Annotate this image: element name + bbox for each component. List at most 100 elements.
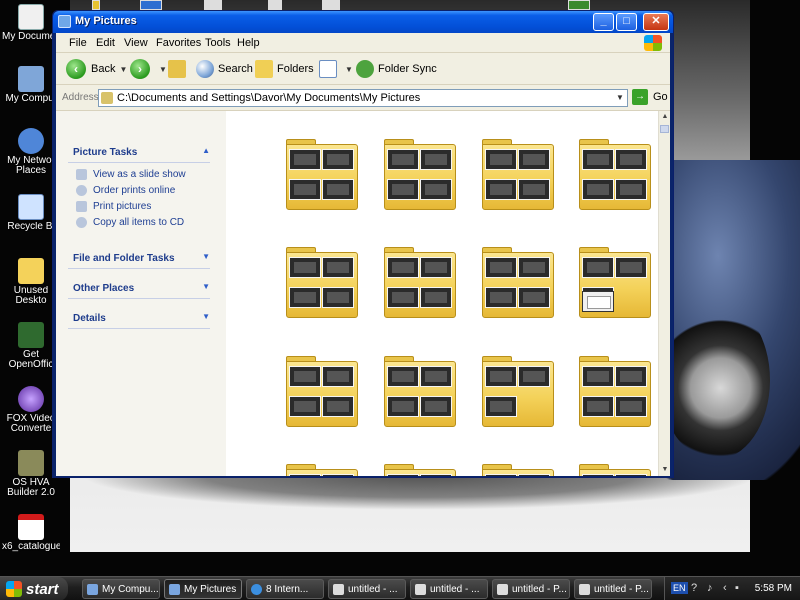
window-client: File Edit View Favorites Tools Help ‹ Ba…	[56, 33, 670, 476]
title-bar[interactable]: My Pictures _ □ ✕	[53, 11, 673, 33]
computer-icon	[18, 66, 44, 92]
language-indicator[interactable]: EN	[671, 582, 688, 594]
address-bar: Address C:\Documents and Settings\Davor\…	[56, 85, 670, 111]
top-icon[interactable]	[204, 0, 222, 10]
slideshow-icon	[76, 169, 87, 180]
menu-edit[interactable]: Edit	[96, 37, 115, 49]
chevron-down-icon[interactable]: ▼	[202, 282, 210, 291]
menu-help[interactable]: Help	[237, 37, 260, 49]
forward-button[interactable]: › ▼	[130, 58, 167, 80]
view-slideshow-link[interactable]: View as a slide show	[76, 169, 186, 180]
menu-view[interactable]: View	[124, 37, 148, 49]
vertical-scrollbar[interactable]: ▲ ▼	[658, 111, 670, 476]
picture-folder[interactable]	[482, 464, 554, 476]
taskbar-item-my-computer[interactable]: My Compu...	[82, 579, 160, 599]
scroll-up-arrow[interactable]: ▲	[659, 111, 670, 123]
taskbar-item-untitled-1[interactable]: untitled - ...	[328, 579, 406, 599]
chevron-down-icon[interactable]: ▼	[159, 65, 167, 74]
documents-icon	[18, 4, 44, 30]
picture-thumbnail	[387, 366, 419, 387]
minimize-button[interactable]: _	[593, 13, 614, 31]
picture-thumbnail	[420, 474, 452, 476]
picture-thumbnail	[485, 474, 517, 476]
views-icon	[319, 60, 337, 78]
scroll-down-arrow[interactable]: ▼	[659, 464, 670, 476]
scroll-thumb[interactable]	[660, 125, 669, 133]
details-header[interactable]: Details ▼	[68, 309, 210, 329]
folders-button[interactable]: Folders	[255, 58, 314, 80]
picture-thumbnail	[485, 396, 517, 417]
other-places-header[interactable]: Other Places ▼	[68, 279, 210, 299]
print-pictures-link[interactable]: Print pictures	[76, 201, 151, 212]
volume-icon[interactable]: ♪	[707, 582, 713, 594]
up-folder-button[interactable]	[168, 58, 190, 80]
picture-thumbnail	[420, 257, 452, 278]
chevron-down-icon[interactable]: ▼	[119, 65, 127, 74]
picture-folder[interactable]	[286, 464, 358, 476]
order-prints-link[interactable]: Order prints online	[76, 185, 175, 196]
desktop-icon-x6-catalogue[interactable]: x6_catalogue	[2, 514, 60, 552]
chevron-down-icon[interactable]: ▼	[202, 312, 210, 321]
forward-arrow-icon: ›	[130, 59, 150, 79]
address-input[interactable]: C:\Documents and Settings\Davor\My Docum…	[98, 89, 628, 107]
menu-favorites[interactable]: Favorites	[156, 37, 201, 49]
cd-icon	[76, 217, 87, 228]
top-icon[interactable]	[268, 0, 282, 10]
picture-thumbnail	[387, 179, 419, 200]
picture-folder[interactable]	[286, 247, 358, 319]
picture-folder[interactable]	[286, 356, 358, 428]
views-button[interactable]: ▼	[319, 58, 353, 80]
top-icon[interactable]	[92, 0, 100, 10]
picture-folder[interactable]	[384, 139, 456, 211]
help-icon[interactable]: ?	[691, 582, 697, 594]
picture-folder[interactable]	[579, 247, 651, 319]
picture-folder[interactable]	[384, 464, 456, 476]
openoffice-icon	[18, 322, 44, 348]
close-button[interactable]: ✕	[643, 13, 669, 31]
picture-folder[interactable]	[384, 247, 456, 319]
search-button[interactable]: Search	[196, 58, 253, 80]
picture-thumbnail	[322, 474, 354, 476]
picture-thumbnail	[485, 366, 517, 387]
picture-folder[interactable]	[384, 356, 456, 428]
chevron-up-icon[interactable]: ▲	[202, 146, 210, 155]
top-icon[interactable]	[322, 0, 340, 10]
chevron-down-icon[interactable]: ▼	[202, 252, 210, 261]
picture-thumbnail	[582, 396, 614, 417]
start-button[interactable]: start	[0, 577, 68, 600]
picture-folder[interactable]	[482, 356, 554, 428]
picture-folder[interactable]	[579, 139, 651, 211]
address-value: C:\Documents and Settings\Davor\My Docum…	[117, 92, 421, 104]
picture-folder[interactable]	[482, 247, 554, 319]
network-tray-icon[interactable]: ▪	[735, 582, 739, 594]
chevron-left-icon[interactable]: ‹	[723, 582, 727, 594]
menu-tools[interactable]: Tools	[205, 37, 231, 49]
chevron-down-icon[interactable]: ▼	[613, 90, 627, 106]
taskbar-item-untitled-2[interactable]: untitled - ...	[410, 579, 488, 599]
file-folder-tasks-header[interactable]: File and Folder Tasks ▼	[68, 249, 210, 269]
go-button[interactable]: → Go	[632, 89, 668, 105]
maximize-button[interactable]: □	[616, 13, 637, 31]
picture-folder[interactable]	[482, 139, 554, 211]
copy-to-cd-link[interactable]: Copy all items to CD	[76, 217, 184, 228]
picture-tasks-header[interactable]: Picture Tasks ▲	[68, 143, 210, 163]
taskbar-item-internet-explorer[interactable]: 8 Intern...	[246, 579, 324, 599]
top-icon[interactable]	[140, 0, 162, 10]
menu-bar: File Edit View Favorites Tools Help	[56, 33, 670, 53]
picture-folder[interactable]	[579, 464, 651, 476]
top-icon[interactable]	[568, 0, 590, 10]
menu-file[interactable]: File	[69, 37, 87, 49]
paint-icon	[415, 583, 426, 595]
picture-folder[interactable]	[579, 356, 651, 428]
picture-thumbnail	[289, 149, 321, 170]
folder-icon	[169, 583, 180, 595]
taskbar-item-my-pictures[interactable]: My Pictures	[164, 579, 242, 599]
chevron-down-icon[interactable]: ▼	[345, 65, 353, 74]
car-wheel	[660, 300, 770, 460]
taskbar-item-untitled-3[interactable]: untitled - P...	[492, 579, 570, 599]
picture-folder[interactable]	[286, 139, 358, 211]
folder-sync-button[interactable]: Folder Sync	[356, 58, 437, 80]
back-button[interactable]: ‹ Back ▼	[66, 58, 127, 80]
windows-flag-icon	[6, 581, 22, 597]
taskbar-item-untitled-4[interactable]: untitled - P...	[574, 579, 652, 599]
